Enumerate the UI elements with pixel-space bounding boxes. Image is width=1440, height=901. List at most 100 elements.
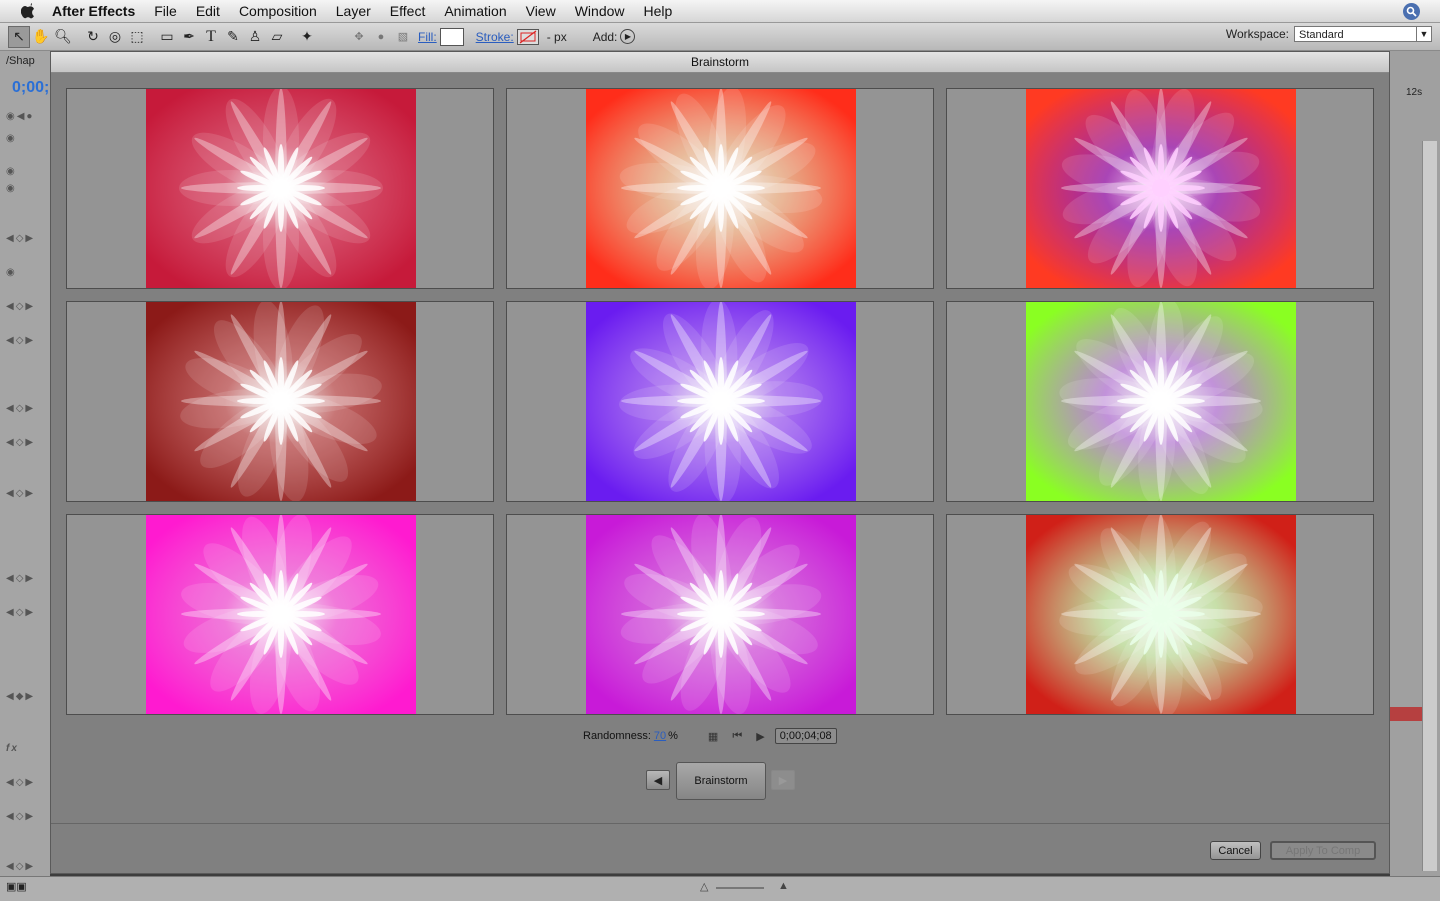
apple-menu-icon[interactable] — [18, 2, 38, 20]
apply-to-comp-button[interactable]: Apply To Comp — [1270, 841, 1376, 860]
orbit-camera-tool-icon[interactable]: ◎ — [104, 26, 126, 48]
type-tool-icon[interactable]: T — [200, 26, 222, 48]
view-axis-icon[interactable]: ▧ — [392, 26, 414, 48]
randomness-label: Randomness: — [583, 730, 651, 742]
variant-cell-3[interactable] — [946, 88, 1374, 289]
menu-help[interactable]: Help — [644, 3, 673, 19]
menu-window[interactable]: Window — [575, 3, 625, 19]
keyframe-nav-icon[interactable]: ◀◇▶ — [6, 573, 35, 584]
timeline-scrollbar[interactable] — [1422, 141, 1437, 871]
keyframe-nav-icon[interactable]: ◀◇▶ — [6, 777, 35, 788]
local-axis-icon[interactable]: ✥ — [348, 26, 370, 48]
puppet-pin-tool-icon[interactable]: ✦ — [296, 26, 318, 48]
menu-animation[interactable]: Animation — [444, 3, 506, 19]
menu-composition[interactable]: Composition — [239, 3, 317, 19]
variant-preview[interactable] — [1026, 89, 1296, 288]
eye-icon[interactable]: ◉ — [6, 267, 17, 278]
zoom-tool-icon[interactable]: 🔍︎ — [52, 26, 74, 48]
zoom-out-icon[interactable]: △ — [700, 880, 708, 893]
variant-preview[interactable] — [1026, 302, 1296, 501]
keyframe-nav-icon[interactable]: ◀◇▶ — [6, 233, 35, 244]
current-time-display[interactable]: 0;00; — [12, 79, 49, 97]
randomness-unit: % — [668, 730, 678, 742]
variant-preview[interactable] — [586, 302, 856, 501]
cancel-button[interactable]: Cancel — [1210, 841, 1261, 860]
add-label: Add: — [592, 29, 618, 44]
eye-icon[interactable]: ◉◀● — [6, 111, 34, 122]
preview-timecode[interactable]: 0;00;04;08 — [774, 728, 837, 744]
comp-tab[interactable]: /Shap — [6, 55, 35, 67]
menu-effect[interactable]: Effect — [390, 3, 426, 19]
variant-preview[interactable] — [146, 515, 416, 714]
keyframe-nav-icon[interactable]: ◀◇▶ — [6, 301, 35, 312]
app-menu[interactable]: After Effects — [52, 3, 135, 19]
variant-cell-8[interactable] — [506, 514, 934, 715]
timeline-footer: ▣▣ △ ▲ — [0, 876, 1440, 901]
transparency-grid-icon[interactable]: ▦ — [708, 730, 718, 743]
stroke-width-value[interactable]: - px — [547, 30, 567, 44]
variant-cell-1[interactable] — [66, 88, 494, 289]
keyframe-nav-icon[interactable]: ◀◇▶ — [6, 607, 35, 618]
eye-icon[interactable]: ◉ — [6, 133, 17, 144]
keyframe-nav-icon[interactable]: ◀◇▶ — [6, 403, 35, 414]
effects-fx-icon[interactable]: fx — [6, 743, 19, 754]
keyframe-nav-icon[interactable]: ◀◇▶ — [6, 811, 35, 822]
layer-duration-bar[interactable] — [1390, 707, 1422, 721]
variant-preview[interactable] — [146, 302, 416, 501]
hand-tool-icon[interactable]: ✋ — [30, 26, 52, 48]
previous-brainstorm-button[interactable]: ◀ — [646, 770, 670, 790]
keyframe-nav-icon[interactable]: ◀◇▶ — [6, 861, 35, 872]
eye-icon[interactable]: ◉ — [6, 183, 17, 194]
eraser-tool-icon[interactable]: ▱ — [266, 26, 288, 48]
pen-tool-icon[interactable]: ✒ — [178, 26, 200, 48]
variant-cell-7[interactable] — [66, 514, 494, 715]
eye-icon[interactable]: ◉ — [6, 166, 17, 177]
brainstorm-controls: Randomness: 70 % ▦ ⏮︎ ▶ 0;00;04;08 — [583, 728, 837, 744]
spotlight-search-icon[interactable] — [1403, 3, 1420, 20]
rectangle-tool-icon[interactable]: ▭ — [156, 26, 178, 48]
play-icon[interactable]: ▶ — [756, 730, 764, 743]
variant-cell-5[interactable] — [506, 301, 934, 502]
brainstorm-dialog: Brainstorm Randomness: 70 % ▦ ⏮︎ ▶ 0;00;… — [50, 51, 1390, 874]
variant-cell-4[interactable] — [66, 301, 494, 502]
zoom-in-icon[interactable]: ▲ — [778, 880, 789, 892]
time-marker: 12s — [1406, 87, 1423, 98]
fill-label[interactable]: Fill: — [418, 30, 437, 44]
arrow-left-icon: ◀ — [653, 774, 663, 787]
go-to-start-icon[interactable]: ⏮︎ — [732, 730, 742, 743]
randomness-value[interactable]: 70 — [654, 730, 666, 742]
world-axis-icon[interactable]: ● — [370, 26, 392, 48]
workspace-dropdown[interactable]: Standard ▼ — [1294, 26, 1432, 42]
menu-layer[interactable]: Layer — [336, 3, 371, 19]
variant-preview[interactable] — [586, 89, 856, 288]
starburst-image — [1026, 515, 1296, 714]
keyframe-nav-icon[interactable]: ◀◆▶ — [6, 691, 35, 702]
brush-tool-icon[interactable]: ✎ — [222, 26, 244, 48]
brainstorm-button[interactable]: Brainstorm — [676, 762, 766, 800]
clone-stamp-tool-icon[interactable]: ♙ — [244, 26, 266, 48]
add-shape-icon[interactable]: ▶ — [620, 29, 636, 44]
variant-preview[interactable] — [1026, 515, 1296, 714]
rotation-tool-icon[interactable]: ↻ — [82, 26, 104, 48]
timeline-zoom-slider[interactable] — [716, 887, 764, 889]
variant-cell-9[interactable] — [946, 514, 1374, 715]
variant-preview[interactable] — [586, 515, 856, 714]
menu-file[interactable]: File — [154, 3, 177, 19]
selection-tool-icon[interactable]: ↖ — [8, 25, 30, 48]
keyframe-nav-icon[interactable]: ◀◇▶ — [6, 437, 35, 448]
pan-behind-tool-icon[interactable]: ⬚ — [126, 26, 148, 48]
variant-preview[interactable] — [146, 89, 416, 288]
toggle-switches-icon[interactable]: ▣▣ — [6, 880, 27, 893]
arrow-right-icon: ▶ — [778, 774, 788, 787]
variant-cell-6[interactable] — [946, 301, 1374, 502]
dialog-title: Brainstorm — [51, 52, 1389, 73]
keyframe-nav-icon[interactable]: ◀◇▶ — [6, 335, 35, 346]
next-brainstorm-button[interactable]: ▶ — [771, 770, 795, 790]
fill-color-swatch[interactable] — [439, 27, 464, 46]
variant-cell-2[interactable] — [506, 88, 934, 289]
menu-view[interactable]: View — [526, 3, 556, 19]
stroke-label[interactable]: Stroke: — [476, 30, 514, 44]
stroke-color-swatch[interactable] — [516, 28, 539, 45]
menu-edit[interactable]: Edit — [196, 3, 220, 19]
keyframe-nav-icon[interactable]: ◀◇▶ — [6, 488, 35, 499]
